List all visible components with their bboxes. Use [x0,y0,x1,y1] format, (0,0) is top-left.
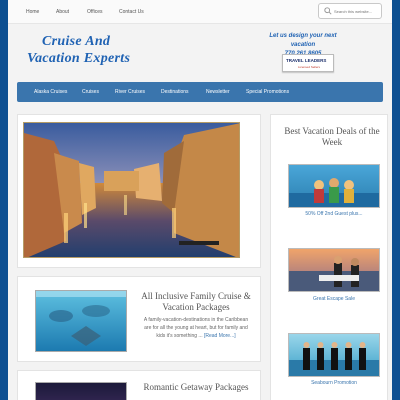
badge-main: TRAVEL LEADERS [286,58,327,63]
tagline-text: Let us design your next vacation [269,33,337,48]
article-thumbnail-family[interactable] [35,290,127,352]
nav-newsletter[interactable]: Newsletter [206,89,230,95]
main-navigation: Alaska Cruises Cruises River Cruises Des… [17,82,383,102]
deal-image-1[interactable] [288,164,380,208]
site-logo-line1[interactable]: Cruise And [42,34,110,50]
nav-destinations[interactable]: Destinations [161,89,189,95]
topnav-about[interactable]: About [56,9,69,15]
article-excerpt-family: A family-vacation-destinations in the Ca… [132,316,260,340]
topnav-contact-us[interactable]: Contact Us [119,9,144,15]
page: Home About Offices Contact Us Cruise And… [8,0,392,400]
sidebar-title: Best Vacation Deals of the Week [284,126,380,147]
article-title-romantic[interactable]: Romantic Getaway Packages [136,382,256,393]
deal-link-1[interactable]: 50% Off 2nd Guest plus... [284,211,384,217]
venice-canal-image [24,123,239,257]
search-icon [324,7,332,15]
beach-group-image [289,178,379,207]
excerpt-line2: are for all the young at heart, but for … [144,325,248,331]
nav-alaska-cruises[interactable]: Alaska Cruises [34,89,67,95]
hero-image-venice[interactable] [23,122,240,258]
snorkel-image [36,291,126,346]
excerpt-line1: A family-vacation-destinations in the Ca… [143,317,249,323]
deal-link-2[interactable]: Great Escape Sale [284,296,384,302]
nav-cruises[interactable]: Cruises [82,89,99,95]
deal-image-3[interactable] [288,333,380,377]
deal-image-2[interactable] [288,248,380,292]
travel-leaders-badge[interactable]: TRAVEL LEADERS Licensed Sellers [282,54,334,72]
seabourn-crew-image [289,342,379,376]
nav-special-promotions[interactable]: Special Promotions [246,89,289,95]
sunset-dinner-image [289,256,379,291]
badge-sub: Licensed Sellers [298,65,321,69]
deal-link-3[interactable]: Seabourn Promotion [284,380,384,386]
excerpt-line3: kids it's something ... [156,333,203,339]
article-title-line1[interactable]: All Inclusive Family Cruise & [136,291,256,302]
article-title-line2[interactable]: Vacation Packages [136,302,256,313]
topnav-offices[interactable]: Offices [87,9,102,15]
article-title-family[interactable]: All Inclusive Family Cruise & Vacation P… [136,291,256,313]
nav-river-cruises[interactable]: River Cruises [115,89,145,95]
article-thumbnail-romantic[interactable] [35,382,127,400]
search-input[interactable] [334,7,380,15]
read-more-link[interactable]: [Read More...] [204,333,236,339]
search-box[interactable] [318,3,382,19]
top-navigation: Home About Offices Contact Us [8,0,392,24]
site-logo-line2[interactable]: Vacation Experts [27,51,130,67]
topnav-home[interactable]: Home [26,9,39,15]
